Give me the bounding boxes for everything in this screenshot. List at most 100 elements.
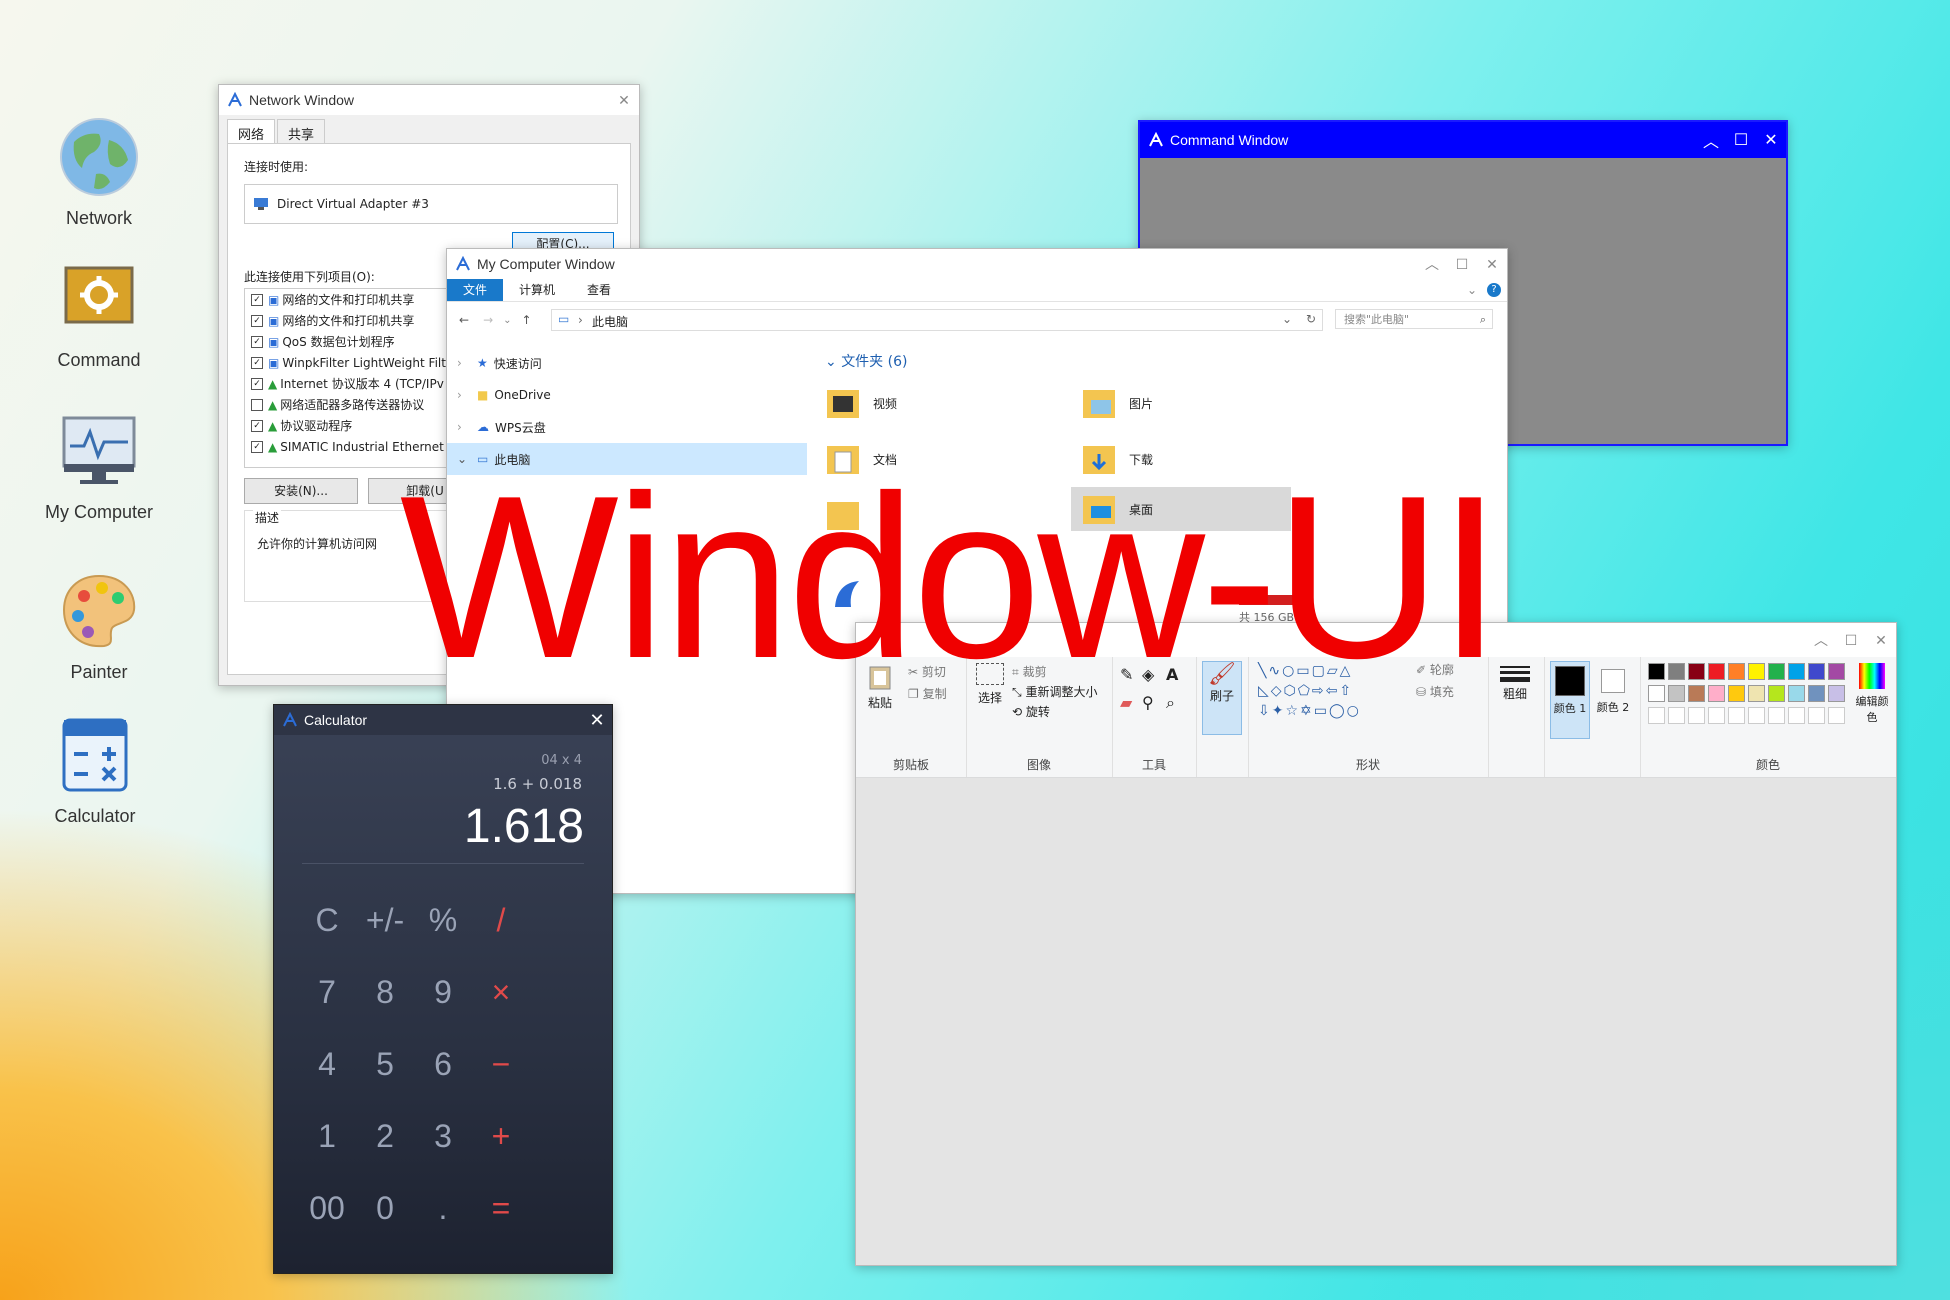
close-icon[interactable]: ✕ (1866, 632, 1896, 649)
color-swatch[interactable] (1768, 685, 1785, 702)
color-swatch[interactable] (1828, 685, 1845, 702)
desktop-icon-painter[interactable]: Painter (24, 566, 174, 683)
color2-button[interactable]: 颜色 2 (1594, 661, 1632, 715)
search-input[interactable]: 搜索"此电脑" ⌕ (1335, 309, 1493, 329)
banner-title: Window-UI (399, 448, 1502, 707)
custom-color-swatch[interactable] (1668, 707, 1685, 724)
calc-key[interactable]: − (466, 1039, 536, 1089)
chevron-down-icon[interactable]: ⌄ (1282, 312, 1292, 326)
custom-color-swatch[interactable] (1728, 707, 1745, 724)
chevron-right-icon[interactable]: › (457, 388, 471, 402)
title-bar[interactable]: Network Window ✕ (219, 85, 639, 115)
custom-color-swatch[interactable] (1748, 707, 1765, 724)
desktop-icon-network[interactable]: Network (24, 112, 174, 229)
color-swatch[interactable] (1668, 663, 1685, 680)
items-list[interactable]: ✓ ▣ 网络的文件和打印机共享 ✓ ▣ 网络的文件和打印机共享 ✓ ▣ QoS 数据包计划程… (244, 288, 466, 468)
folder-pictures[interactable]: 图片 (1071, 381, 1291, 425)
chevron-up-icon[interactable]: ︿ (1696, 128, 1726, 152)
close-icon[interactable]: ✕ (609, 92, 639, 109)
title-bar[interactable]: Command Window ︿ ☐ ✕ (1140, 122, 1786, 158)
color-swatch[interactable] (1748, 685, 1765, 702)
checkbox[interactable]: ✓ (251, 356, 263, 369)
color-swatch[interactable] (1808, 685, 1825, 702)
color-swatch[interactable] (1648, 663, 1665, 680)
list-item[interactable]: ✓ ▣ WinpkFilter LightWeight Filte (245, 352, 465, 373)
canvas-area[interactable] (856, 779, 1896, 1265)
calc-key[interactable]: × (466, 967, 536, 1017)
color-swatch[interactable] (1748, 663, 1765, 680)
color-swatch[interactable] (1788, 663, 1805, 680)
color-swatch[interactable] (1668, 685, 1685, 702)
list-item[interactable]: ✓ ▣ 网络的文件和打印机共享 (245, 289, 465, 310)
forward-arrow-icon[interactable]: → (483, 313, 493, 327)
edit-colors-button[interactable]: 编辑颜色 (1854, 663, 1890, 725)
custom-color-swatch[interactable] (1828, 707, 1845, 724)
custom-color-swatch[interactable] (1708, 707, 1725, 724)
color-swatch[interactable] (1808, 663, 1825, 680)
custom-color-swatch[interactable] (1688, 707, 1705, 724)
folder-videos[interactable]: 视频 (815, 381, 1035, 425)
desktop-icon-command[interactable]: Command (24, 254, 174, 371)
nav-item-quick-access[interactable]: › ★ 快速访问 (447, 347, 807, 379)
list-item[interactable]: ✓ ▲ Internet 协议版本 4 (TCP/IPv (245, 373, 465, 394)
up-arrow-icon[interactable]: ↑ (522, 313, 532, 327)
checkbox[interactable]: ✓ (251, 440, 263, 453)
back-arrow-icon[interactable]: ← (459, 313, 469, 327)
checkbox[interactable]: ✓ (251, 335, 263, 348)
color-swatch[interactable] (1768, 663, 1785, 680)
custom-color-swatch[interactable] (1788, 707, 1805, 724)
maximize-icon[interactable]: ☐ (1726, 130, 1756, 150)
desktop-icon-my-computer[interactable]: My Computer (24, 406, 174, 523)
color-swatch[interactable] (1708, 663, 1725, 680)
checkbox[interactable]: ✓ (251, 293, 263, 306)
chevron-right-icon[interactable]: › (457, 420, 471, 434)
custom-color-swatch[interactable] (1648, 707, 1665, 724)
checkbox[interactable]: ✓ (251, 314, 263, 327)
chevron-down-icon[interactable]: ⌄ (1467, 283, 1477, 297)
maximize-icon[interactable]: ☐ (1836, 632, 1866, 649)
color-swatch[interactable] (1648, 685, 1665, 702)
folders-header[interactable]: ⌄ 文件夹 (6) (825, 351, 907, 371)
color1-button[interactable]: 颜色 1 (1550, 661, 1590, 739)
checkbox[interactable]: ✓ (251, 419, 263, 432)
tab-computer[interactable]: 计算机 (503, 279, 571, 301)
refresh-icon[interactable]: ↻ (1306, 312, 1316, 326)
chevron-up-icon[interactable]: ︿ (1417, 254, 1447, 274)
list-item[interactable]: ✓ ▣ QoS 数据包计划程序 (245, 331, 465, 352)
calc-key[interactable]: = (466, 1183, 536, 1233)
list-item[interactable]: ✓ ▣ 网络的文件和打印机共享 (245, 310, 465, 331)
close-icon[interactable]: ✕ (1477, 256, 1507, 273)
color-swatch[interactable] (1828, 663, 1845, 680)
desktop-icon-calculator[interactable]: Calculator (20, 710, 170, 827)
tab-view[interactable]: 查看 (571, 279, 627, 301)
chevron-right-icon[interactable]: › (457, 356, 471, 370)
chevron-up-icon[interactable]: ︿ (1806, 630, 1836, 650)
chevron-down-icon[interactable]: ⌄ (503, 315, 511, 326)
calc-key[interactable]: + (466, 1111, 536, 1161)
calc-key[interactable]: / (466, 895, 536, 945)
custom-color-swatch[interactable] (1808, 707, 1825, 724)
maximize-icon[interactable]: ☐ (1447, 256, 1477, 273)
list-item[interactable]: ✓ ▲ 协议驱动程序 (245, 415, 465, 436)
search-icon[interactable]: ⌕ (1480, 310, 1486, 330)
custom-color-swatch[interactable] (1768, 707, 1785, 724)
nav-item-wps-cloud[interactable]: › ☁ WPS云盘 (447, 411, 807, 443)
install-button[interactable]: 安装(N)... (244, 478, 358, 504)
tab-file[interactable]: 文件 (447, 279, 504, 301)
color-swatch[interactable] (1728, 685, 1745, 702)
title-bar[interactable]: Calculator ✕ (274, 705, 612, 735)
close-icon[interactable]: ✕ (1756, 130, 1786, 150)
list-item[interactable]: ▲ 网络适配器多路传送器协议 (245, 394, 465, 415)
title-bar[interactable]: My Computer Window ︿ ☐ ✕ (447, 249, 1507, 279)
close-icon[interactable]: ✕ (582, 710, 612, 731)
address-input[interactable]: ▭ › 此电脑 ⌄ ↻ (551, 309, 1323, 331)
nav-item-onedrive[interactable]: › ■ OneDrive (447, 379, 807, 411)
color-swatch[interactable] (1688, 663, 1705, 680)
color-swatch[interactable] (1728, 663, 1745, 680)
color-swatch[interactable] (1688, 685, 1705, 702)
checkbox[interactable]: ✓ (251, 377, 263, 390)
help-icon[interactable]: ? (1487, 283, 1501, 297)
checkbox[interactable] (251, 398, 263, 411)
color-swatch[interactable] (1788, 685, 1805, 702)
color-swatch[interactable] (1708, 685, 1725, 702)
